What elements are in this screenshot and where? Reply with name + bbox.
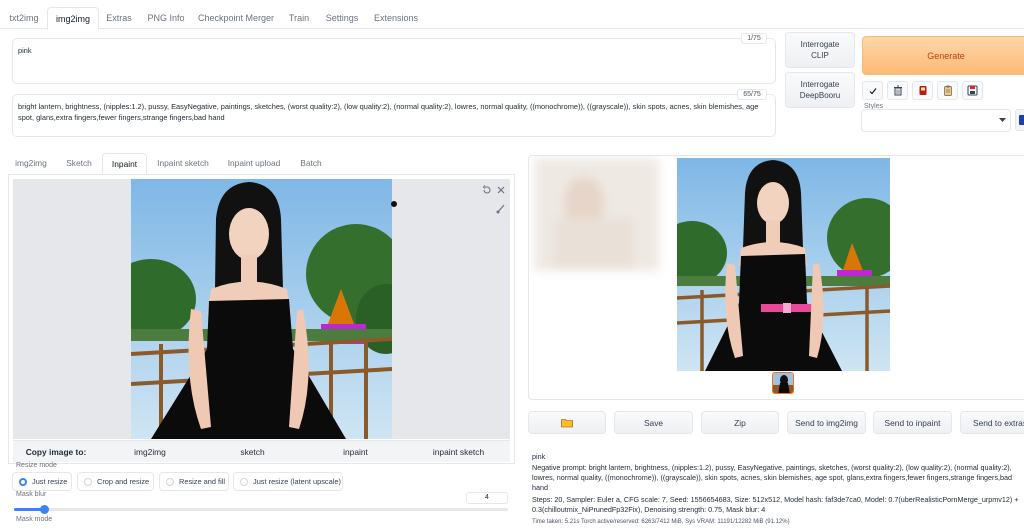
generate-button[interactable]: Generate [862,36,1024,75]
trash-icon[interactable] [887,81,908,100]
output-thumbnail[interactable] [772,372,794,394]
brush-cursor [391,201,397,207]
info-time-taken: Time taken: 5.21s Torch active/reserved:… [532,519,790,525]
save-style-icon[interactable] [962,81,983,100]
copy-to-img2img-button[interactable]: img2img [99,441,201,463]
tab-extensions[interactable]: Extensions [370,7,422,30]
copy-to-inpaint-sketch-button[interactable]: inpaint sketch [407,441,510,463]
tab-png-info[interactable]: PNG Info [142,7,190,30]
previous-image-thumbnail[interactable] [534,158,659,271]
brush-icon[interactable] [495,201,507,214]
tab-checkpoint-merger[interactable]: Checkpoint Merger [195,7,277,30]
radio-selected [19,477,27,486]
close-icon[interactable] [495,183,507,195]
resize-just-resize[interactable]: Just resize [12,472,72,491]
mask-blur-slider-thumb[interactable] [39,505,49,514]
tab-txt2img[interactable]: txt2img [4,7,44,30]
folder-icon [561,418,573,427]
apply-styles-button[interactable] [1015,109,1024,131]
info-prompt: pink [532,452,546,461]
prompt-token-counter: 1/75 [741,33,767,44]
subtab-inpaint-sketch[interactable]: Inpaint sketch [151,153,215,174]
tab-extras[interactable]: Extras [101,7,137,30]
tab-settings[interactable]: Settings [321,7,363,30]
send-to-extras-button[interactable]: Send to extras [960,411,1024,434]
prompt-text: pink [18,46,32,55]
save-button[interactable]: Save [614,411,693,434]
interrogate-clip-button[interactable]: Interrogate CLIP [785,32,855,68]
tab-img2img[interactable]: img2img [47,7,99,30]
subtab-inpaint[interactable]: Inpaint [102,153,147,174]
subtab-batch[interactable]: Batch [293,153,329,174]
mask-blur-value-input[interactable]: 4 [466,492,508,504]
chevron-down-icon [999,118,1006,122]
output-gallery [528,155,1024,400]
output-image[interactable] [677,158,890,371]
red-book-icon[interactable] [912,81,933,100]
mask-blur-label: Mask blur [16,491,47,498]
subtab-sketch[interactable]: Sketch [58,153,100,174]
styles-dropdown[interactable] [861,109,1011,132]
inpaint-panel: Copy image to: img2img sketch inpaint in… [8,174,515,464]
resize-crop-and-resize[interactable]: Crop and resize [77,472,154,491]
info-parameters: Steps: 20, Sampler: Euler a, CFG scale: … [532,495,1019,514]
inpaint-canvas[interactable] [13,179,510,439]
resize-mode-label: Resize mode [16,462,57,469]
tab-train[interactable]: Train [283,7,315,30]
prompt-input[interactable]: pink [12,38,776,84]
resize-latent-upscale[interactable]: Just resize (latent upscale) [233,472,343,491]
undo-icon[interactable] [481,183,493,195]
negative-prompt-text: bright lantern, brightness, (nipples:1.2… [18,102,759,122]
negative-prompt-input[interactable]: bright lantern, brightness, (nipples:1.2… [12,94,776,137]
mask-mode-label: Mask mode [16,516,53,523]
subtab-inpaint-upload[interactable]: Inpaint upload [220,153,288,174]
open-folder-button[interactable] [528,411,606,434]
copy-to-inpaint-button[interactable]: inpaint [304,441,407,463]
clipboard-icon[interactable] [937,81,958,100]
send-to-inpaint-button[interactable]: Send to inpaint [873,411,952,434]
copy-image-bar: Copy image to: img2img sketch inpaint in… [13,440,510,462]
copy-to-sketch-button[interactable]: sketch [201,441,304,463]
copy-image-label: Copy image to: [25,447,87,457]
subtab-img2img[interactable]: img2img [8,153,54,174]
interrogate-deepbooru-button[interactable]: Interrogate DeepBooru [785,72,855,108]
zip-button[interactable]: Zip [701,411,779,434]
main-tab-bar: txt2img img2img Extras PNG Info Checkpoi… [0,4,1024,30]
mask-blur-slider[interactable] [14,505,508,514]
info-negative-prompt: Negative prompt: bright lantern, brightn… [532,463,1013,492]
negative-token-counter: 65/75 [737,89,767,100]
inpaint-source-image[interactable] [131,179,392,439]
apply-style-icon [1019,115,1024,125]
check-icon[interactable] [862,81,883,100]
send-to-img2img-button[interactable]: Send to img2img [787,411,866,434]
resize-and-fill[interactable]: Resize and fill [159,472,229,491]
